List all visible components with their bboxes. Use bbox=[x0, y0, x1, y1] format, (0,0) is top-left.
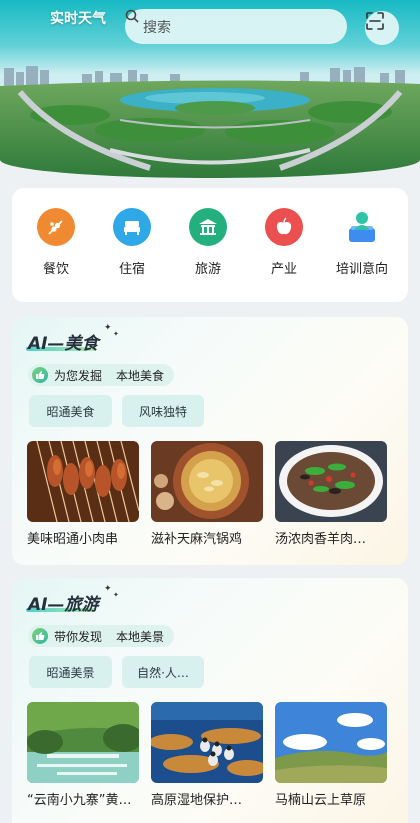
discover-banner: 为您发掘 本地美食 bbox=[28, 364, 175, 386]
thumb-up-icon bbox=[32, 628, 48, 644]
travel-item-image-wetland-birds[interactable] bbox=[151, 702, 263, 783]
food-item-image-skewers[interactable] bbox=[27, 441, 139, 522]
travel-item-caption[interactable]: 马楠山云上草原 bbox=[275, 789, 387, 808]
chip-nature-culture[interactable]: 自然·人… bbox=[122, 656, 204, 688]
sparkle-icon: ✦ bbox=[113, 330, 119, 338]
food-skewer-icon bbox=[37, 208, 75, 246]
category-item-food[interactable]: 餐饮 bbox=[18, 208, 94, 277]
category-label: 旅游 bbox=[194, 262, 221, 277]
category-label: 住宿 bbox=[118, 262, 145, 277]
section-title: AI—旅游 bbox=[28, 595, 99, 615]
bed-icon bbox=[113, 208, 151, 246]
search-bar[interactable]: 搜索 bbox=[125, 9, 347, 44]
travel-item-caption[interactable]: 高原湿地保护… bbox=[151, 789, 263, 808]
scan-button[interactable] bbox=[365, 11, 399, 45]
travel-item-image-grassland[interactable] bbox=[275, 702, 387, 783]
discover-banner: 带你发现 本地美景 bbox=[28, 625, 175, 647]
food-item-caption[interactable]: 滋补天麻汽锅鸡 bbox=[151, 528, 263, 547]
food-item-caption[interactable]: 美味昭通小肉串 bbox=[27, 528, 139, 547]
discover-text: 本地美景 bbox=[116, 629, 165, 644]
discover-prefix: 为您发掘 bbox=[54, 368, 103, 383]
travel-item-caption[interactable]: “云南小九寨”黄… bbox=[27, 789, 139, 808]
food-item-image-mutton-soup[interactable] bbox=[275, 441, 387, 522]
category-label: 产业 bbox=[270, 262, 297, 277]
temple-icon bbox=[189, 208, 227, 246]
ai-food-section: AI—美食 ✦ ✦ 为您发掘 本地美食 昭通美食 风味独特 美味昭通小肉串 滋补… bbox=[12, 317, 408, 565]
discover-prefix: 带你发现 bbox=[54, 629, 103, 644]
apple-icon bbox=[265, 208, 303, 246]
training-user-icon bbox=[343, 208, 381, 246]
chip-zhaotong-food[interactable]: 昭通美食 bbox=[29, 395, 112, 427]
chip-unique-flavor[interactable]: 风味独特 bbox=[122, 395, 204, 427]
thumb-up-icon bbox=[32, 367, 48, 383]
category-label: 培训意向 bbox=[335, 262, 388, 277]
category-card: 餐饮 住宿 旅游 产业 培训意向 bbox=[12, 188, 408, 302]
food-item-image-steampot-chicken[interactable] bbox=[151, 441, 263, 522]
weather-label[interactable]: 实时天气 bbox=[50, 8, 106, 28]
hero-banner: 实时天气 搜索 bbox=[0, 0, 420, 178]
category-item-industry[interactable]: 产业 bbox=[246, 208, 322, 277]
search-placeholder: 搜索 bbox=[143, 19, 171, 36]
sparkle-icon: ✦ bbox=[104, 323, 112, 333]
category-item-training[interactable]: 培训意向 bbox=[322, 208, 402, 277]
category-item-lodging[interactable]: 住宿 bbox=[94, 208, 170, 277]
category-label: 餐饮 bbox=[42, 262, 69, 277]
category-item-travel[interactable]: 旅游 bbox=[170, 208, 246, 277]
section-title: AI—美食 bbox=[28, 334, 99, 354]
ai-travel-section: AI—旅游 ✦ ✦ 带你发现 本地美景 昭通美景 自然·人… “云南小九寨”黄…… bbox=[12, 578, 408, 823]
discover-text: 本地美食 bbox=[116, 368, 165, 383]
sparkle-icon: ✦ bbox=[113, 591, 119, 599]
food-item-caption[interactable]: 汤浓肉香羊肉… bbox=[275, 528, 387, 547]
travel-item-image-waterfall[interactable] bbox=[27, 702, 139, 783]
sparkle-icon: ✦ bbox=[104, 584, 112, 594]
chip-zhaotong-scenery[interactable]: 昭通美景 bbox=[29, 656, 112, 688]
